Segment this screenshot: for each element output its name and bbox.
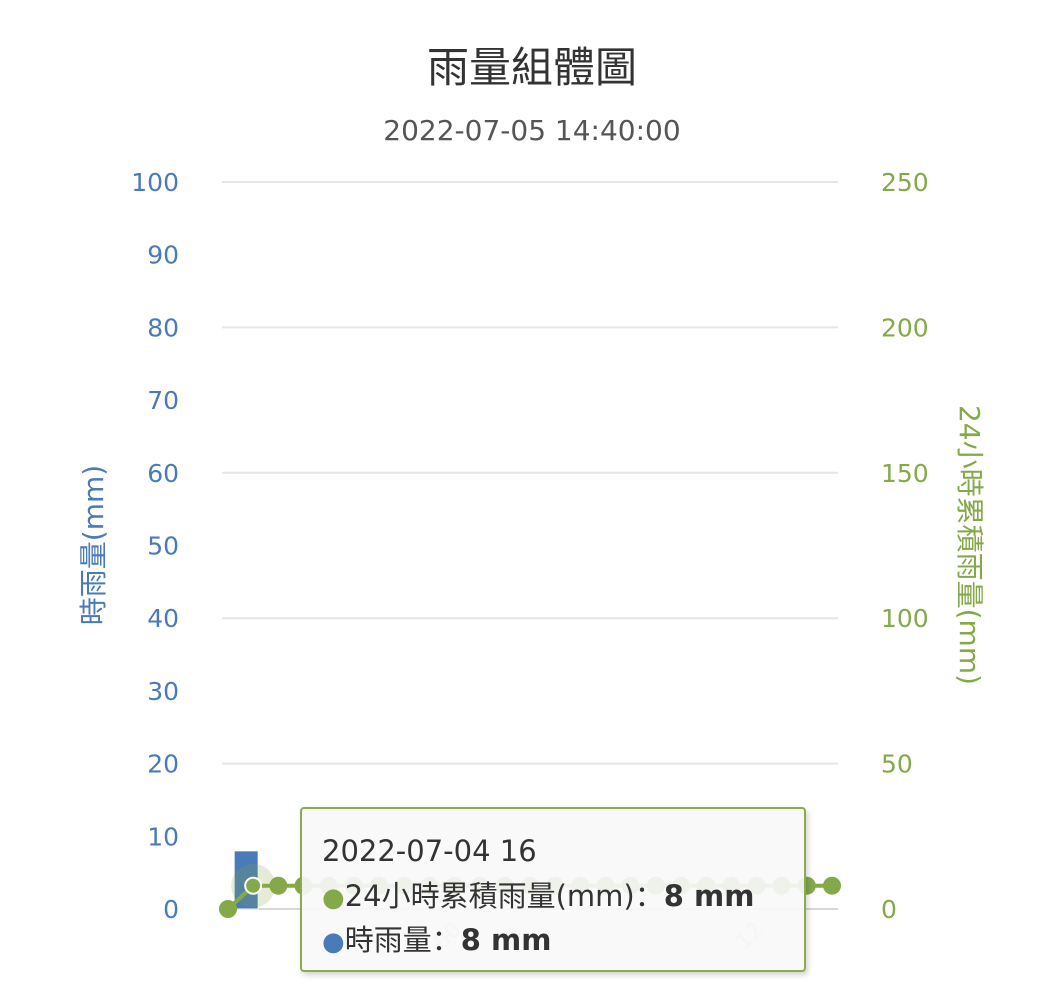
left-tick-label: 30 bbox=[147, 677, 179, 706]
chart-title: 雨量組體圖 bbox=[427, 43, 637, 92]
accumulated-point bbox=[219, 900, 237, 918]
rainfall-chart: 0 10 20 30 40 50 60 70 80 90 100 0 50 100 150 200 250 0… bbox=[0, 0, 1044, 989]
right-axis-title: 24小時累積雨量(mm) bbox=[953, 405, 986, 685]
tooltip-value: 8 mm bbox=[460, 923, 552, 957]
accumulated-point bbox=[244, 876, 263, 895]
left-tick-label: 50 bbox=[147, 532, 179, 561]
left-tick-label: 90 bbox=[147, 241, 179, 270]
right-tick-label: 200 bbox=[881, 313, 929, 342]
tooltip-value: 8 mm bbox=[663, 879, 755, 913]
accumulated-point bbox=[269, 876, 288, 895]
left-tick-label: 20 bbox=[147, 750, 179, 779]
left-tick-label: 0 bbox=[163, 895, 179, 924]
right-tick-label: 50 bbox=[881, 750, 913, 779]
right-axis-ticks: 0 50 100 150 200 250 bbox=[881, 168, 929, 924]
chart-subtitle: 2022-07-05 14:40:00 bbox=[383, 114, 680, 147]
left-tick-label: 10 bbox=[147, 822, 179, 851]
accumulated-legend-dot: ● bbox=[322, 883, 345, 913]
right-tick-label: 100 bbox=[881, 604, 929, 633]
tooltip-row-accumulated: ●24小時累積雨量(mm)：8 mm bbox=[322, 875, 804, 919]
left-tick-label: 60 bbox=[147, 459, 179, 488]
right-tick-label: 250 bbox=[881, 168, 929, 197]
tooltip-row-hourly: ●時雨量：8 mm bbox=[322, 919, 804, 963]
left-axis-title: 時雨量(mm) bbox=[77, 465, 110, 625]
tooltip-header: 2022-07-04 16 bbox=[322, 834, 537, 868]
hourly-legend-dot: ● bbox=[322, 927, 345, 957]
tooltip-label: 時雨量： bbox=[344, 923, 461, 957]
left-tick-label: 70 bbox=[147, 386, 179, 415]
left-tick-label: 100 bbox=[131, 168, 179, 197]
left-tick-label: 40 bbox=[147, 604, 179, 633]
right-tick-label: 150 bbox=[881, 459, 929, 488]
left-axis-ticks: 0 10 20 30 40 50 60 70 80 90 100 bbox=[131, 168, 179, 924]
chart-tooltip: 2022-07-04 16 ●24小時累積雨量(mm)：8 mm ●時雨量：8 … bbox=[300, 807, 806, 972]
grid-lines bbox=[222, 181, 838, 910]
left-tick-label: 80 bbox=[147, 313, 179, 342]
tooltip-label: 24小時累積雨量(mm)： bbox=[344, 879, 664, 913]
accumulated-point bbox=[823, 876, 841, 895]
right-tick-label: 0 bbox=[881, 895, 897, 924]
